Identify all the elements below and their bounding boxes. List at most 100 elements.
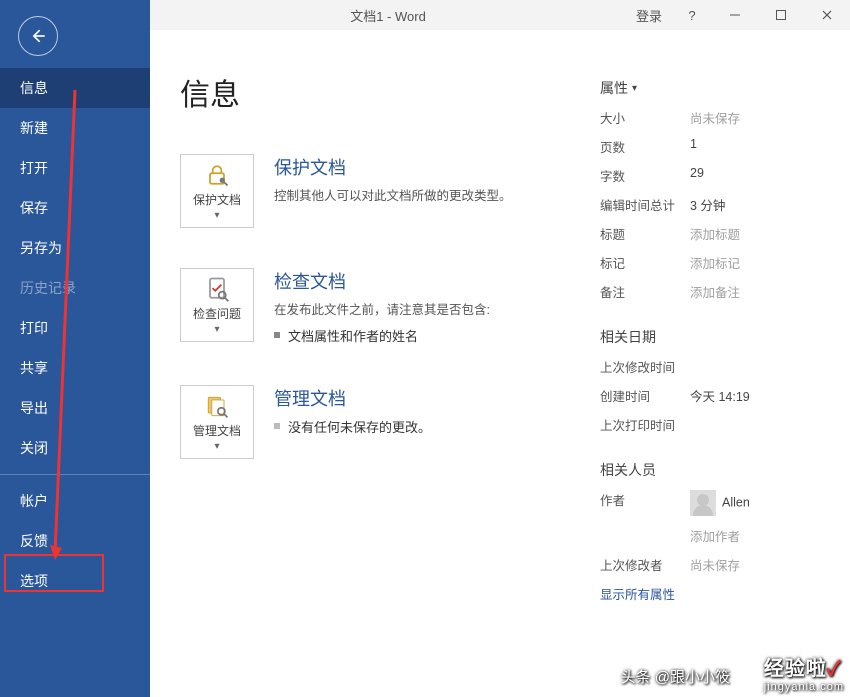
close-icon	[821, 9, 833, 21]
avatar-icon	[690, 490, 716, 516]
protect-tile[interactable]: 保护文档 ▾	[180, 154, 254, 228]
prop-key: 标记	[600, 253, 690, 272]
manage-bullet: 没有任何未保存的更改。	[274, 417, 431, 436]
watermark-attribution: 头条 @跟小小筱	[621, 666, 730, 687]
bullet-icon	[274, 423, 280, 429]
content-area: 信息 保护文档 ▾ 保护文档 控制其他人可以对此文档所做的更改类型。	[150, 30, 850, 697]
manage-title: 管理文档	[274, 385, 431, 411]
chevron-down-icon: ▾	[632, 83, 637, 94]
prop-key: 大小	[600, 108, 690, 127]
manage-desc: 管理文档 没有任何未保存的更改。	[274, 385, 431, 459]
people-header: 相关人员	[600, 460, 820, 480]
prop-value: 尚未保存	[690, 108, 820, 127]
prop-key: 字数	[600, 166, 690, 185]
chevron-down-icon: ▾	[214, 210, 219, 221]
manage-bullet-text: 没有任何未保存的更改。	[288, 417, 431, 436]
prop-value	[690, 415, 820, 434]
prop-row: 编辑时间总计3 分钟	[600, 195, 820, 214]
manage-card: 管理文档 ▾ 管理文档 没有任何未保存的更改。	[180, 385, 600, 459]
prop-key: 页数	[600, 137, 690, 156]
prop-key: 编辑时间总计	[600, 195, 690, 214]
prop-row: 标题添加标题	[600, 224, 820, 243]
minimize-button[interactable]	[712, 0, 758, 30]
maximize-icon	[775, 9, 787, 21]
add-author[interactable]: 添加作者	[690, 526, 820, 545]
bullet-icon	[274, 332, 280, 338]
inspect-bullet-text: 文档属性和作者的姓名	[288, 326, 418, 345]
protect-tile-label: 保护文档	[193, 191, 241, 208]
window-title: 文档1 - Word	[150, 6, 626, 25]
document-check-icon	[203, 275, 231, 303]
inspect-desc: 检查文档 在发布此文件之前，请注意其是否包含: 文档属性和作者的姓名	[274, 268, 490, 345]
prop-row: 上次打印时间	[600, 415, 820, 434]
protect-title: 保护文档	[274, 154, 512, 180]
nav-item-close[interactable]: 关闭	[0, 428, 150, 468]
prop-row: 上次修改者尚未保存	[600, 555, 820, 574]
back-arrow-icon	[28, 26, 48, 46]
prop-row: 上次修改时间	[600, 357, 820, 376]
nav-item-info[interactable]: 信息	[0, 68, 150, 108]
watermark-brand: 经验啦✓ jingyanla.com	[764, 652, 844, 693]
lock-icon	[203, 161, 231, 189]
nav-item-print[interactable]: 打印	[0, 308, 150, 348]
prop-key: 备注	[600, 282, 690, 301]
chevron-down-icon: ▾	[214, 441, 219, 452]
check-icon: ✓	[827, 658, 842, 680]
prop-value: 1	[690, 137, 820, 156]
properties-panel: 属性 ▾ 大小尚未保存 页数1 字数29 编辑时间总计3 分钟 标题添加标题 标…	[600, 70, 820, 677]
prop-value[interactable]: 添加备注	[690, 282, 820, 301]
prop-row: 创建时间今天 14:19	[600, 386, 820, 405]
nav-item-options[interactable]: 选项	[0, 561, 150, 601]
prop-key: 上次修改时间	[600, 357, 690, 376]
nav-item-account[interactable]: 帐户	[0, 481, 150, 521]
prop-row: 页数1	[600, 137, 820, 156]
nav-item-open[interactable]: 打开	[0, 148, 150, 188]
prop-value: 尚未保存	[690, 555, 820, 574]
protect-body: 控制其他人可以对此文档所做的更改类型。	[274, 186, 512, 206]
maximize-button[interactable]	[758, 0, 804, 30]
nav-list: 信息 新建 打开 保存 另存为 历史记录 打印 共享 导出 关闭 帐户 反馈 选…	[0, 68, 150, 601]
properties-header[interactable]: 属性 ▾	[600, 78, 820, 98]
nav-item-export[interactable]: 导出	[0, 388, 150, 428]
protect-desc: 保护文档 控制其他人可以对此文档所做的更改类型。	[274, 154, 512, 228]
nav-item-new[interactable]: 新建	[0, 108, 150, 148]
prop-value[interactable]: 添加标题	[690, 224, 820, 243]
author-value: Allen	[690, 490, 820, 516]
author-key: 作者	[600, 490, 690, 516]
nav-item-feedback[interactable]: 反馈	[0, 521, 150, 561]
prop-row: 备注添加备注	[600, 282, 820, 301]
author-row: 作者 Allen	[600, 490, 820, 516]
watermark-domain: jingyanla.com	[764, 681, 844, 693]
prop-value: 3 分钟	[690, 195, 820, 214]
prop-value: 29	[690, 166, 820, 185]
inspect-card: 检查问题 ▾ 检查文档 在发布此文件之前，请注意其是否包含: 文档属性和作者的姓…	[180, 268, 600, 345]
documents-icon	[203, 392, 231, 420]
manage-tile-label: 管理文档	[193, 422, 241, 439]
prop-value[interactable]: 添加标记	[690, 253, 820, 272]
manage-tile[interactable]: 管理文档 ▾	[180, 385, 254, 459]
show-all-properties[interactable]: 显示所有属性	[600, 584, 820, 603]
main-column: 信息 保护文档 ▾ 保护文档 控制其他人可以对此文档所做的更改类型。	[180, 70, 600, 677]
login-link[interactable]: 登录	[626, 0, 672, 30]
close-button[interactable]	[804, 0, 850, 30]
inspect-lead: 在发布此文件之前，请注意其是否包含:	[274, 300, 490, 320]
prop-key: 上次打印时间	[600, 415, 690, 434]
nav-item-share[interactable]: 共享	[0, 348, 150, 388]
dates-header: 相关日期	[600, 327, 820, 347]
nav-item-saveas[interactable]: 另存为	[0, 228, 150, 268]
titlebar-right: 登录 ?	[626, 0, 850, 30]
inspect-bullet: 文档属性和作者的姓名	[274, 326, 490, 345]
inspect-tile[interactable]: 检查问题 ▾	[180, 268, 254, 342]
nav-item-save[interactable]: 保存	[0, 188, 150, 228]
minimize-icon	[729, 9, 741, 21]
back-button[interactable]	[18, 16, 58, 56]
chevron-down-icon: ▾	[214, 324, 219, 335]
prop-row: 标记添加标记	[600, 253, 820, 272]
inspect-tile-label: 检查问题	[193, 305, 241, 322]
nav-separator	[0, 474, 150, 475]
page-title: 信息	[180, 70, 600, 114]
inspect-title: 检查文档	[274, 268, 490, 294]
titlebar: 文档1 - Word 登录 ?	[150, 0, 850, 30]
prop-row: 字数29	[600, 166, 820, 185]
help-button[interactable]: ?	[672, 0, 712, 30]
